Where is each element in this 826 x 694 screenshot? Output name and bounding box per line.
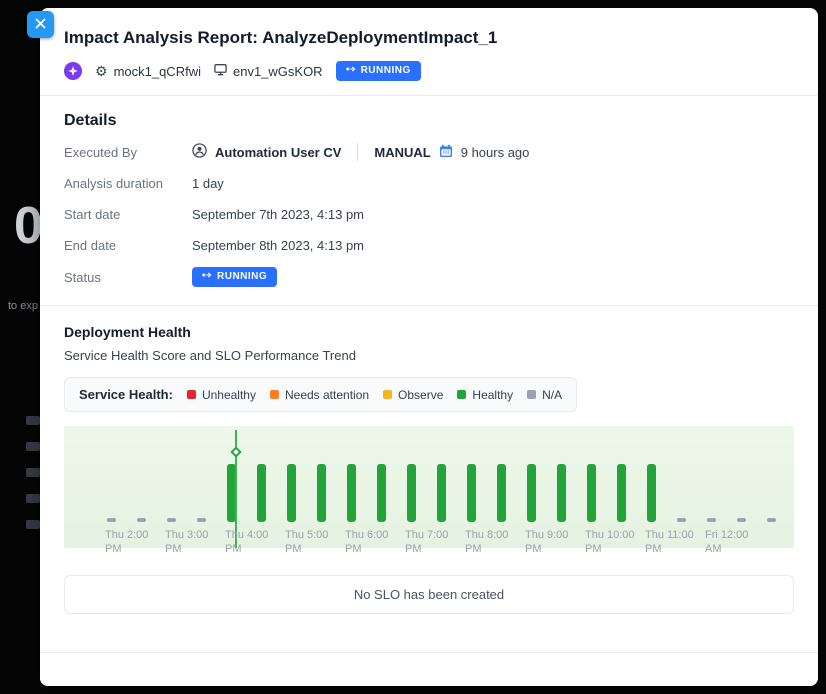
health-bar-na <box>137 518 146 522</box>
legend-item: Needs attention <box>270 388 369 402</box>
running-icon <box>346 65 356 77</box>
no-slo-message: No SLO has been created <box>64 575 794 614</box>
status-badge: RUNNING <box>192 267 277 287</box>
deployment-health-section: Deployment Health Service Health Score a… <box>40 306 818 614</box>
mock-service-chip[interactable]: ⚙ mock1_qCRfwi <box>95 64 201 79</box>
environment-chip[interactable]: env1_wGsKOR <box>214 63 323 79</box>
legend-swatch-icon <box>527 390 536 399</box>
environment-label: env1_wGsKOR <box>233 64 323 79</box>
legend-item: Healthy <box>457 388 513 402</box>
legend-item: Observe <box>383 388 443 402</box>
health-bar-healthy <box>287 464 296 522</box>
status-badge-label: RUNNING <box>361 65 411 77</box>
executed-by-user: Automation User CV <box>215 145 341 160</box>
impact-analysis-modal: Impact Analysis Report: AnalyzeDeploymen… <box>40 8 818 686</box>
background-icon <box>26 416 40 425</box>
background-icon <box>26 494 40 503</box>
modal-header: Impact Analysis Report: AnalyzeDeploymen… <box>40 8 818 95</box>
gear-icon: ⚙ <box>95 64 108 78</box>
health-bar-healthy <box>557 464 566 522</box>
background-icon <box>26 442 40 451</box>
executed-time: 9 hours ago <box>461 145 530 160</box>
detail-row-duration: Analysis duration 1 day <box>64 174 794 192</box>
detail-row-start-date: Start date September 7th 2023, 4:13 pm <box>64 205 794 223</box>
deployment-health-subtitle: Service Health Score and SLO Performance… <box>64 348 794 363</box>
close-icon <box>35 17 46 32</box>
modal-footer <box>40 652 818 686</box>
detail-value: RUNNING <box>192 267 277 287</box>
detail-row-status: Status RUNNING <box>64 267 794 287</box>
legend-swatch-icon <box>457 390 466 399</box>
background-icon <box>26 468 40 477</box>
trigger-mode: MANUAL <box>374 145 430 160</box>
health-bar-healthy <box>437 464 446 522</box>
status-badge: RUNNING <box>336 61 421 81</box>
details-heading: Details <box>64 112 794 130</box>
meta-row: ⚙ mock1_qCRfwi env1_wGsKOR RUNNING <box>64 61 794 81</box>
monitor-icon <box>214 63 227 79</box>
detail-value: September 8th 2023, 4:13 pm <box>192 238 364 253</box>
health-bar-healthy <box>257 464 266 522</box>
legend-item-label: Healthy <box>472 388 513 402</box>
health-bar-healthy <box>527 464 536 522</box>
background-icon <box>26 520 40 529</box>
health-bar-na <box>167 518 176 522</box>
health-bar-healthy <box>587 464 596 522</box>
detail-label: Analysis duration <box>64 176 192 191</box>
legend-item: Unhealthy <box>187 388 256 402</box>
legend-swatch-icon <box>270 390 279 399</box>
health-bar-healthy <box>497 464 506 522</box>
detail-label: End date <box>64 238 192 253</box>
health-bar-na <box>107 518 116 522</box>
running-icon <box>202 271 212 283</box>
legend-item: N/A <box>527 388 562 402</box>
health-bar-healthy <box>407 464 416 522</box>
details-section: Details Executed By Automation User CV M… <box>40 96 818 305</box>
mock-service-label: mock1_qCRfwi <box>114 64 201 79</box>
legend-swatch-icon <box>187 390 196 399</box>
close-button[interactable] <box>27 11 54 38</box>
detail-row-end-date: End date September 8th 2023, 4:13 pm <box>64 236 794 254</box>
health-bar-na <box>707 518 716 522</box>
legend-item-label: Observe <box>398 388 443 402</box>
app-avatar-icon <box>64 62 82 80</box>
detail-value: September 7th 2023, 4:13 pm <box>192 207 364 222</box>
user-icon <box>192 143 207 161</box>
legend-item-label: Unhealthy <box>202 388 256 402</box>
health-bar-healthy <box>317 464 326 522</box>
health-bar-na <box>767 518 776 522</box>
deployment-health-heading: Deployment Health <box>64 324 794 340</box>
legend-swatch-icon <box>383 390 392 399</box>
detail-row-executed-by: Executed By Automation User CV MANUAL 9 … <box>64 143 794 161</box>
background-text-fragment: to exp <box>8 300 38 312</box>
service-health-legend: Service Health: Unhealthy Needs attention… <box>64 377 577 412</box>
legend-items: Unhealthy Needs attention Observe Healthy N/… <box>187 388 562 402</box>
health-bar-healthy <box>647 464 656 522</box>
health-chart-plot <box>64 426 794 548</box>
value-divider <box>357 143 358 161</box>
status-badge-label: RUNNING <box>217 271 267 283</box>
detail-label: Start date <box>64 207 192 222</box>
legend-item-label: N/A <box>542 388 562 402</box>
background-icon-column <box>26 416 40 529</box>
health-bar-healthy <box>617 464 626 522</box>
detail-value: Automation User CV MANUAL 9 hours ago <box>192 143 529 161</box>
health-bar-na <box>677 518 686 522</box>
legend-item-label: Needs attention <box>285 388 369 402</box>
health-chart: Thu 2:00PMThu 3:00PMThu 4:00PMThu 5:00PM… <box>64 426 794 561</box>
health-bar-na <box>197 518 206 522</box>
health-bar-healthy <box>377 464 386 522</box>
modal-title: Impact Analysis Report: AnalyzeDeploymen… <box>64 28 794 48</box>
legend-title: Service Health: <box>79 387 173 402</box>
detail-label: Status <box>64 270 192 285</box>
detail-label: Executed By <box>64 145 192 160</box>
detail-value: 1 day <box>192 176 224 191</box>
background-metric: 0 <box>14 196 43 256</box>
health-bar-healthy <box>467 464 476 522</box>
health-bar-healthy <box>347 464 356 522</box>
health-bar-na <box>737 518 746 522</box>
calendar-icon <box>439 144 453 161</box>
